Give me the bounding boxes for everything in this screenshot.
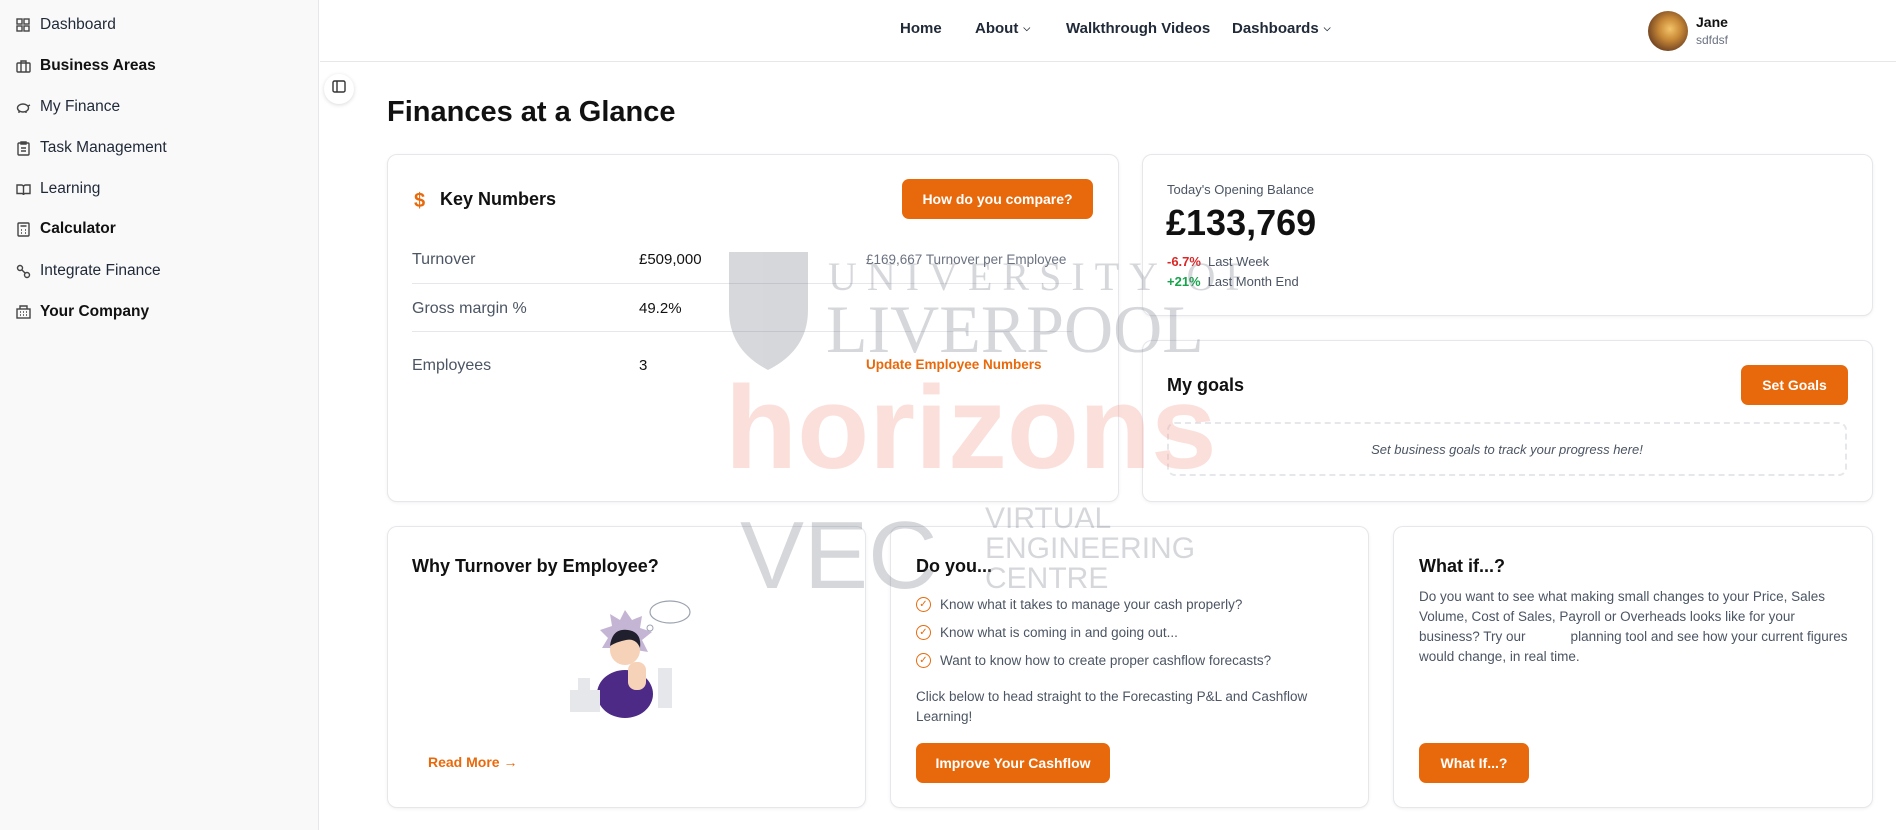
building-icon bbox=[15, 304, 31, 320]
check-list-item: ✓ Know what it takes to manage your cash … bbox=[916, 597, 1242, 612]
check-circle-icon: ✓ bbox=[916, 625, 931, 640]
update-employees-link[interactable]: Update Employee Numbers bbox=[866, 357, 1042, 372]
delta-value: +21% bbox=[1167, 274, 1201, 289]
sidebar-item-dashboard[interactable]: Dashboard bbox=[15, 12, 116, 38]
sidebar-item-label: Integrate Finance bbox=[40, 262, 161, 279]
delta-last-month: +21% Last Month End bbox=[1167, 274, 1299, 289]
opening-balance-label: Today's Opening Balance bbox=[1167, 182, 1315, 197]
check-item-text: Want to know how to create proper cashfl… bbox=[940, 653, 1272, 668]
sidebar-item-your-company[interactable]: Your Company bbox=[15, 299, 149, 325]
gross-margin-value: 49.2% bbox=[639, 300, 682, 317]
delta-period: Last Week bbox=[1207, 254, 1270, 269]
sidebar-item-label: Your Company bbox=[40, 303, 150, 320]
clipboard-icon bbox=[15, 140, 31, 156]
nav-dashboards-label: Dashboards bbox=[1232, 20, 1319, 37]
turnover-per-employee: £169,667 Turnover per Employee bbox=[866, 252, 1067, 267]
grid-icon bbox=[15, 17, 31, 33]
sidebar-item-label: My Finance bbox=[40, 98, 121, 115]
opening-balance-value: £133,769 bbox=[1166, 202, 1317, 243]
check-item-text: Know what it takes to manage your cash p… bbox=[940, 597, 1243, 612]
check-circle-icon: ✓ bbox=[916, 653, 931, 668]
sidebar-item-calculator[interactable]: Calculator bbox=[15, 216, 116, 242]
arrow-right-icon: → bbox=[503, 754, 518, 770]
sidebar-item-task-management[interactable]: Task Management bbox=[15, 135, 167, 161]
goals-title: My goals bbox=[1167, 375, 1245, 395]
check-list-item: ✓ Know what is coming in and going out... bbox=[916, 625, 1178, 640]
key-numbers-title: Key Numbers bbox=[440, 189, 557, 209]
panel-left-icon bbox=[332, 80, 346, 98]
thinking-person-illustration bbox=[570, 600, 691, 718]
sidebar-item-label: Task Management bbox=[40, 139, 167, 156]
turnover-card-title: Why Turnover by Employee? bbox=[412, 556, 659, 576]
nav-videos-label: Walkthrough Videos bbox=[1066, 20, 1211, 37]
delta-value: -6.7% bbox=[1167, 254, 1201, 269]
book-icon bbox=[15, 181, 31, 197]
delta-last-week: -6.7% Last Week bbox=[1167, 254, 1269, 269]
nav-home[interactable]: Home bbox=[900, 20, 942, 37]
nav-about-label: About bbox=[975, 20, 1019, 37]
chevron-down-icon: ⌵ bbox=[1023, 23, 1031, 33]
read-more-label: Read More bbox=[428, 754, 500, 770]
dollar-icon: $ bbox=[414, 190, 426, 212]
sidebar-item-learning[interactable]: Learning bbox=[15, 176, 100, 202]
compare-button[interactable]: How do you compare? bbox=[902, 179, 1093, 219]
row-divider bbox=[412, 331, 1072, 332]
what-if-button[interactable]: What If...? bbox=[1419, 743, 1529, 783]
nav-home-label: Home bbox=[900, 20, 942, 37]
piggy-bank-icon bbox=[15, 99, 31, 115]
set-goals-button[interactable]: Set Goals bbox=[1741, 365, 1848, 405]
check-circle-icon: ✓ bbox=[916, 597, 931, 612]
what-if-description: Do you want to see what making small cha… bbox=[1419, 589, 1848, 664]
calculator-icon bbox=[15, 221, 31, 237]
read-more-link[interactable]: Read More → bbox=[428, 754, 517, 770]
sidebar-item-business-areas[interactable]: Business Areas bbox=[15, 53, 156, 79]
nav-about[interactable]: About ⌵ bbox=[975, 20, 1030, 37]
check-item-text: Know what is coming in and going out... bbox=[940, 625, 1178, 640]
sidebar: Dashboard Business Areas My Finance Task… bbox=[0, 0, 319, 830]
avatar[interactable] bbox=[1648, 11, 1688, 51]
chevron-down-icon: ⌵ bbox=[1323, 23, 1331, 33]
cashflow-description: Click below to head straight to the Fore… bbox=[916, 689, 1308, 724]
nav-dashboards[interactable]: Dashboards ⌵ bbox=[1232, 20, 1331, 37]
nav-walkthrough-videos[interactable]: Walkthrough Videos bbox=[1066, 20, 1210, 37]
sidebar-item-label: Business Areas bbox=[40, 57, 156, 74]
delta-period: Last Month End bbox=[1207, 274, 1299, 289]
improve-cashflow-button[interactable]: Improve Your Cashflow bbox=[916, 743, 1110, 783]
sidebar-item-my-finance[interactable]: My Finance bbox=[15, 94, 120, 120]
sidebar-toggle-button[interactable] bbox=[324, 74, 354, 104]
employees-value: 3 bbox=[639, 357, 648, 374]
row-divider bbox=[412, 283, 1072, 284]
check-list-item: ✓ Want to know how to create proper cashf… bbox=[916, 653, 1271, 668]
what-if-card-title: What if...? bbox=[1419, 556, 1505, 576]
page-title: Finances at a Glance bbox=[387, 96, 676, 128]
gross-margin-label: Gross margin % bbox=[412, 300, 527, 317]
sidebar-item-label: Learning bbox=[40, 180, 101, 197]
user-subtitle: sdfdsf bbox=[1696, 33, 1729, 47]
briefcase-icon bbox=[15, 58, 31, 74]
sidebar-item-label: Dashboard bbox=[40, 16, 116, 33]
turnover-value: £509,000 bbox=[639, 251, 702, 268]
do-you-card-title: Do you... bbox=[916, 556, 992, 576]
sidebar-item-integrate-finance[interactable]: Integrate Finance bbox=[15, 258, 161, 284]
link-icon bbox=[15, 263, 31, 279]
user-name: Jane bbox=[1696, 14, 1728, 30]
employees-label: Employees bbox=[412, 357, 492, 374]
sidebar-item-label: Calculator bbox=[40, 220, 116, 237]
goals-empty-state: Set business goals to track your progres… bbox=[1167, 422, 1847, 476]
turnover-label: Turnover bbox=[412, 251, 476, 268]
